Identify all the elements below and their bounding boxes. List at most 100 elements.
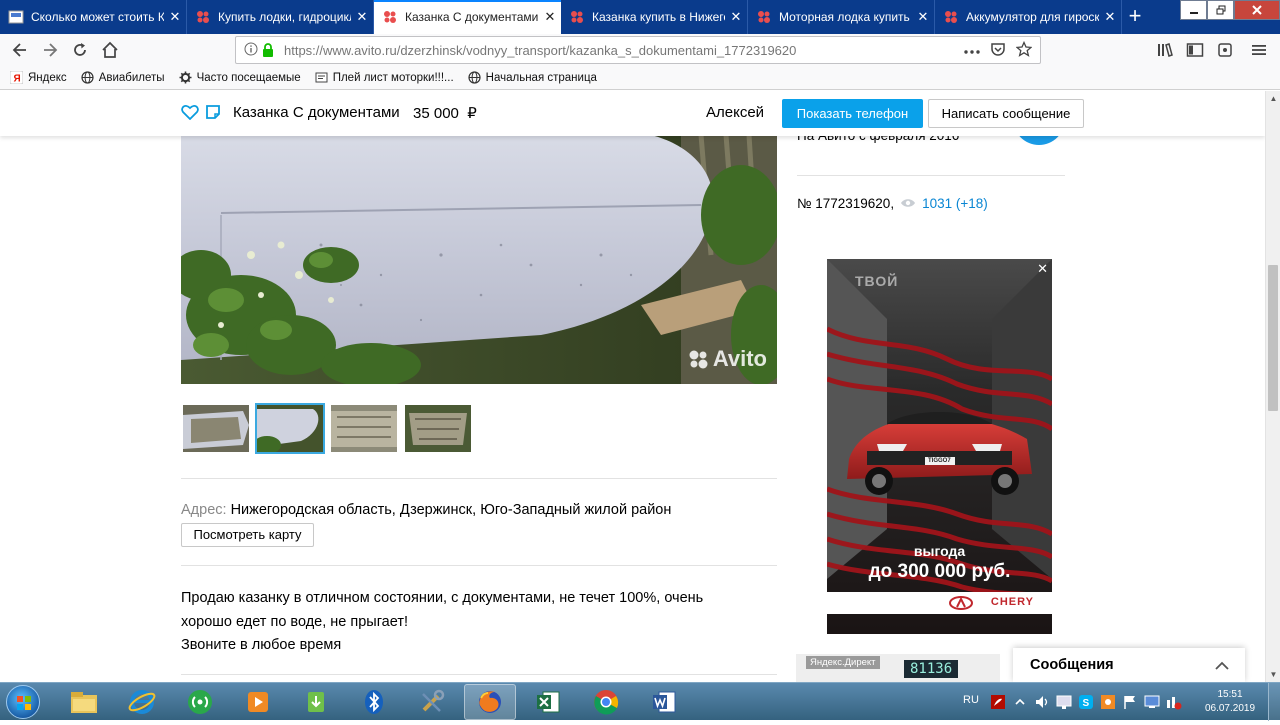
views-count[interactable]: 1031 (+18) (922, 196, 988, 211)
bookmark-playlist[interactable]: Плей лист моторки!!!... (315, 71, 454, 84)
scroll-thumb[interactable] (1268, 265, 1278, 411)
seller-name[interactable]: Алексей (706, 104, 764, 121)
thumbnail[interactable] (403, 403, 473, 454)
avito-icon (195, 9, 211, 25)
download-app-icon[interactable] (290, 684, 342, 720)
messages-panel[interactable]: Сообщения (1013, 648, 1245, 682)
vertical-scrollbar[interactable]: ▲ ▼ (1265, 91, 1280, 682)
thumbnail[interactable] (329, 403, 399, 454)
tab-3[interactable]: Казанка С документами в ✕ (374, 0, 561, 34)
display-icon[interactable] (1144, 694, 1160, 710)
close-window-icon[interactable] (1234, 0, 1280, 20)
bookmark-start-page[interactable]: Начальная страница (468, 71, 597, 84)
tray-orange-icon[interactable] (1100, 694, 1116, 710)
show-desktop-button[interactable] (1268, 683, 1280, 721)
url-prefix: https://www. (284, 42, 355, 58)
clock-time: 15:51 (1217, 689, 1243, 700)
svg-text:S: S (1083, 698, 1090, 709)
info-icon[interactable] (240, 42, 262, 59)
word-icon[interactable] (638, 684, 690, 720)
address-bar[interactable]: https://www.avito.ru/dzerzhinsk/vodnyy_t… (235, 36, 1041, 64)
bookmark-aviabilety[interactable]: Авиабилеты (81, 71, 165, 84)
tab-2[interactable]: Купить лодки, гидроцикл ✕ (187, 0, 374, 34)
url-text[interactable]: https://www.avito.ru/dzerzhinsk/vodnyy_t… (284, 43, 964, 58)
skype-icon[interactable]: S (1078, 694, 1094, 710)
firefox-icon[interactable] (464, 684, 516, 720)
tab-4[interactable]: Казанка купить в Нижего ✕ (561, 0, 748, 34)
minimize-icon[interactable] (1180, 0, 1207, 20)
show-map-button[interactable]: Посмотреть карту (181, 523, 314, 547)
tab-1[interactable]: Сколько может стоить Ка ✕ (0, 0, 187, 34)
library-icon[interactable] (1153, 38, 1177, 62)
tray-network-red-icon[interactable] (1166, 694, 1182, 710)
tab-close-icon[interactable]: ✕ (164, 9, 186, 25)
bookmark-most-visited[interactable]: Часто посещаемые (179, 71, 301, 84)
pdf-tray-icon[interactable] (990, 694, 1006, 710)
heart-icon[interactable] (181, 104, 199, 125)
ad-banner[interactable]: ✕ ТВОЙ TIGGO7 выгода до 300 000 руб. CHE… (827, 259, 1052, 634)
show-hidden-icons-icon[interactable] (1012, 694, 1028, 710)
thumbnail-selected[interactable] (255, 403, 325, 454)
menu-icon[interactable] (1247, 38, 1271, 62)
system-clock[interactable]: 15:51 06.07.2019 (1198, 688, 1262, 716)
extension-icon[interactable] (1213, 38, 1237, 62)
volume-icon[interactable] (1034, 694, 1050, 710)
scroll-up-icon[interactable]: ▲ (1266, 91, 1280, 106)
ad-top-word: ТВОЙ (855, 273, 899, 289)
flag-icon[interactable] (1122, 694, 1138, 710)
note-icon[interactable] (205, 104, 221, 125)
yandex-direct-ad[interactable]: Яндекс.Директ 81136 (796, 654, 1000, 682)
navigation-bar: https://www.avito.ru/dzerzhinsk/vodnyy_t… (0, 34, 1280, 66)
avito-icon (943, 9, 959, 25)
main-photo[interactable]: Avito (181, 135, 777, 384)
pocket-icon[interactable] (990, 41, 1006, 60)
tab-close-icon[interactable]: ✕ (1099, 9, 1121, 25)
scroll-down-icon[interactable]: ▼ (1266, 667, 1280, 682)
home-icon[interactable] (98, 38, 122, 62)
network-icon[interactable] (1056, 694, 1072, 710)
back-arrow-icon[interactable] (8, 38, 32, 62)
tab-title: Казанка купить в Нижего (592, 10, 725, 24)
media-player-icon[interactable] (232, 684, 284, 720)
ad-display-number: 81136 (904, 660, 959, 678)
tab-close-icon[interactable]: ✕ (912, 9, 934, 25)
language-indicator[interactable]: RU (963, 694, 979, 706)
chrome-icon[interactable] (580, 684, 632, 720)
tab-5[interactable]: Моторная лодка купить в ✕ (748, 0, 935, 34)
new-tab-button[interactable]: + (1122, 3, 1148, 29)
listing-title: Казанка С документами (233, 104, 400, 121)
sidebar-icon[interactable] (1183, 38, 1207, 62)
lock-icon[interactable] (262, 43, 278, 57)
internet-explorer-icon[interactable] (116, 684, 168, 720)
show-phone-button[interactable]: Показать телефон (782, 99, 923, 128)
tab-close-icon[interactable]: ✕ (351, 9, 373, 25)
page-actions-icon[interactable] (964, 42, 980, 58)
avito-watermark: Avito (687, 346, 767, 372)
bookmark-label: Авиабилеты (98, 71, 165, 84)
watermark-text: Avito (712, 346, 767, 371)
tab-6[interactable]: Аккумулятор для гироск ✕ (935, 0, 1122, 34)
write-message-button[interactable]: Написать сообщение (928, 99, 1084, 128)
thumbnail[interactable] (181, 403, 251, 454)
description-line: Звоните в любое время (181, 637, 342, 653)
tools-icon[interactable] (406, 684, 458, 720)
bookmark-star-icon[interactable] (1015, 40, 1033, 60)
bluetooth-icon[interactable] (348, 684, 400, 720)
radio-app-icon[interactable] (174, 684, 226, 720)
file-explorer-icon[interactable] (58, 684, 110, 720)
excel-icon[interactable] (522, 684, 574, 720)
bookmarks-toolbar: Я Яндекс Авиабилеты Часто посещаемые Пле… (0, 66, 1280, 90)
eye-icon (900, 196, 916, 211)
tab-close-icon[interactable]: ✕ (539, 9, 561, 25)
ad-number-line: № 1772319620, 1031 (+18) (797, 196, 988, 211)
bookmark-yandex[interactable]: Я Яндекс (10, 71, 67, 84)
divider (797, 175, 1065, 176)
ad-close-icon[interactable]: ✕ (1037, 261, 1048, 277)
chevron-up-icon[interactable] (1215, 658, 1229, 676)
address-value: Нижегородская область, Дзержинск, Юго-За… (230, 502, 672, 518)
tab-close-icon[interactable]: ✕ (725, 9, 747, 25)
start-button[interactable] (6, 685, 40, 719)
restore-icon[interactable] (1207, 0, 1234, 20)
forward-arrow-icon[interactable] (38, 38, 62, 62)
reload-icon[interactable] (68, 38, 92, 62)
